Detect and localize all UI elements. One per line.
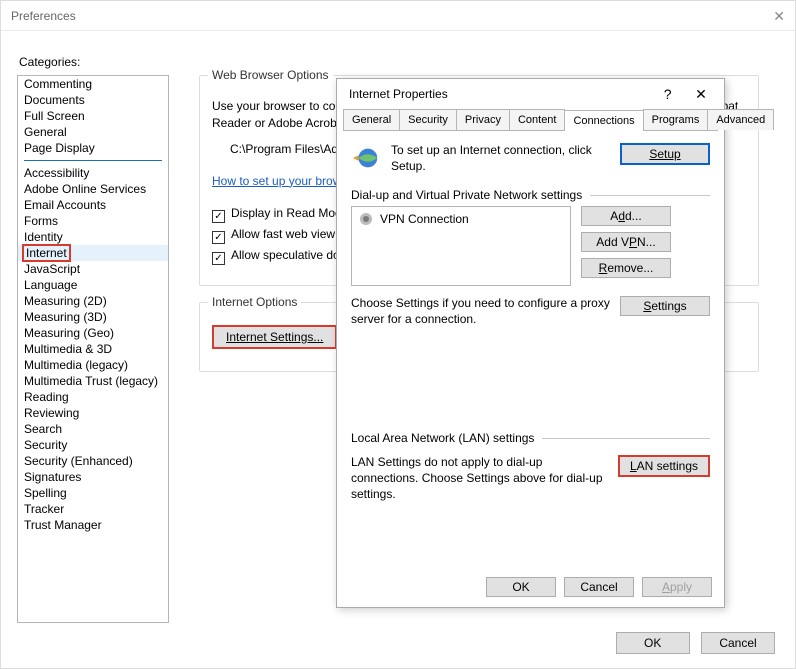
globe-icon <box>351 143 381 173</box>
vpn-icon <box>358 211 374 227</box>
dialog-titlebar: Internet Properties ? ✕ <box>337 79 724 109</box>
lan-text: LAN Settings do not apply to dial-up con… <box>351 455 608 502</box>
category-item[interactable]: Forms <box>18 213 168 229</box>
tab-advanced[interactable]: Advanced <box>707 109 774 130</box>
category-separator <box>24 160 162 161</box>
add-button[interactable]: Add... <box>581 206 671 226</box>
dialog-footer: OK Cancel Apply <box>486 577 712 597</box>
apply-button[interactable]: Apply <box>642 577 712 597</box>
category-item[interactable]: Multimedia & 3D <box>18 341 168 357</box>
category-item[interactable]: Search <box>18 421 168 437</box>
categories-label: Categories: <box>19 55 779 69</box>
lan-settings-button[interactable]: LAN settings <box>618 455 710 477</box>
category-item[interactable]: Multimedia Trust (legacy) <box>18 373 168 389</box>
internet-properties-dialog: Internet Properties ? ✕ GeneralSecurityP… <box>336 78 725 608</box>
help-icon[interactable]: ? <box>653 86 683 102</box>
add-vpn-button[interactable]: Add VPN... <box>581 232 671 252</box>
category-item[interactable]: Measuring (2D) <box>18 293 168 309</box>
category-item[interactable]: Security <box>18 437 168 453</box>
group-title: Internet Options <box>208 295 301 309</box>
preferences-footer: OK Cancel <box>608 632 775 654</box>
category-item[interactable]: Signatures <box>18 469 168 485</box>
categories-listbox[interactable]: CommentingDocumentsFull ScreenGeneralPag… <box>17 75 169 623</box>
category-item[interactable]: Full Screen <box>18 108 168 124</box>
category-item[interactable]: Spelling <box>18 485 168 501</box>
ok-button[interactable]: OK <box>486 577 556 597</box>
close-icon[interactable]: ✕ <box>686 86 716 103</box>
tab-programs[interactable]: Programs <box>643 109 709 130</box>
category-item[interactable]: Reviewing <box>18 405 168 421</box>
category-item[interactable]: Accessibility <box>18 165 168 181</box>
category-item[interactable]: Adobe Online Services <box>18 181 168 197</box>
category-item[interactable]: Security (Enhanced) <box>18 453 168 469</box>
vpn-listbox[interactable]: VPN Connection <box>351 206 571 286</box>
dialog-tabs: GeneralSecurityPrivacyContentConnections… <box>343 109 718 131</box>
preferences-titlebar: Preferences ✕ <box>1 1 795 31</box>
category-item[interactable]: Trust Manager <box>18 517 168 533</box>
setup-button[interactable]: Setup <box>620 143 710 165</box>
close-icon[interactable]: ✕ <box>773 1 785 30</box>
group-title: Web Browser Options <box>208 68 333 82</box>
proxy-text: Choose Settings if you need to configure… <box>351 296 610 327</box>
settings-button[interactable]: Settings <box>620 296 710 316</box>
category-item[interactable]: Measuring (3D) <box>18 309 168 325</box>
cancel-button[interactable]: Cancel <box>564 577 634 597</box>
setup-text: To set up an Internet connection, click … <box>391 143 610 174</box>
tab-connections[interactable]: Connections <box>564 110 643 131</box>
ok-button[interactable]: OK <box>616 632 690 654</box>
category-item[interactable]: Documents <box>18 92 168 108</box>
category-item[interactable]: Reading <box>18 389 168 405</box>
preferences-title: Preferences <box>11 1 76 30</box>
tab-security[interactable]: Security <box>399 109 457 130</box>
category-item[interactable]: Measuring (Geo) <box>18 325 168 341</box>
dialog-title: Internet Properties <box>349 87 448 101</box>
cancel-button[interactable]: Cancel <box>701 632 775 654</box>
vpn-item[interactable]: VPN Connection <box>358 211 564 227</box>
remove-button[interactable]: Remove... <box>581 258 671 278</box>
tab-general[interactable]: General <box>343 109 400 130</box>
category-item[interactable]: Tracker <box>18 501 168 517</box>
category-item[interactable]: Email Accounts <box>18 197 168 213</box>
wbo-help-link[interactable]: How to set up your brow <box>212 174 341 188</box>
internet-settings-button[interactable]: Internet Settings... <box>212 325 337 349</box>
dialup-section-title: Dial-up and Virtual Private Network sett… <box>351 188 582 202</box>
category-item[interactable]: Language <box>18 277 168 293</box>
tab-privacy[interactable]: Privacy <box>456 109 510 130</box>
category-item[interactable]: JavaScript <box>18 261 168 277</box>
category-item[interactable]: Identity <box>18 229 168 245</box>
category-item[interactable]: Commenting <box>18 76 168 92</box>
category-item[interactable]: Multimedia (legacy) <box>18 357 168 373</box>
category-item[interactable]: Page Display <box>18 140 168 156</box>
lan-section-title: Local Area Network (LAN) settings <box>351 431 534 445</box>
category-item[interactable]: Internet <box>18 245 168 261</box>
tab-content[interactable]: Content <box>509 109 566 130</box>
category-item[interactable]: General <box>18 124 168 140</box>
